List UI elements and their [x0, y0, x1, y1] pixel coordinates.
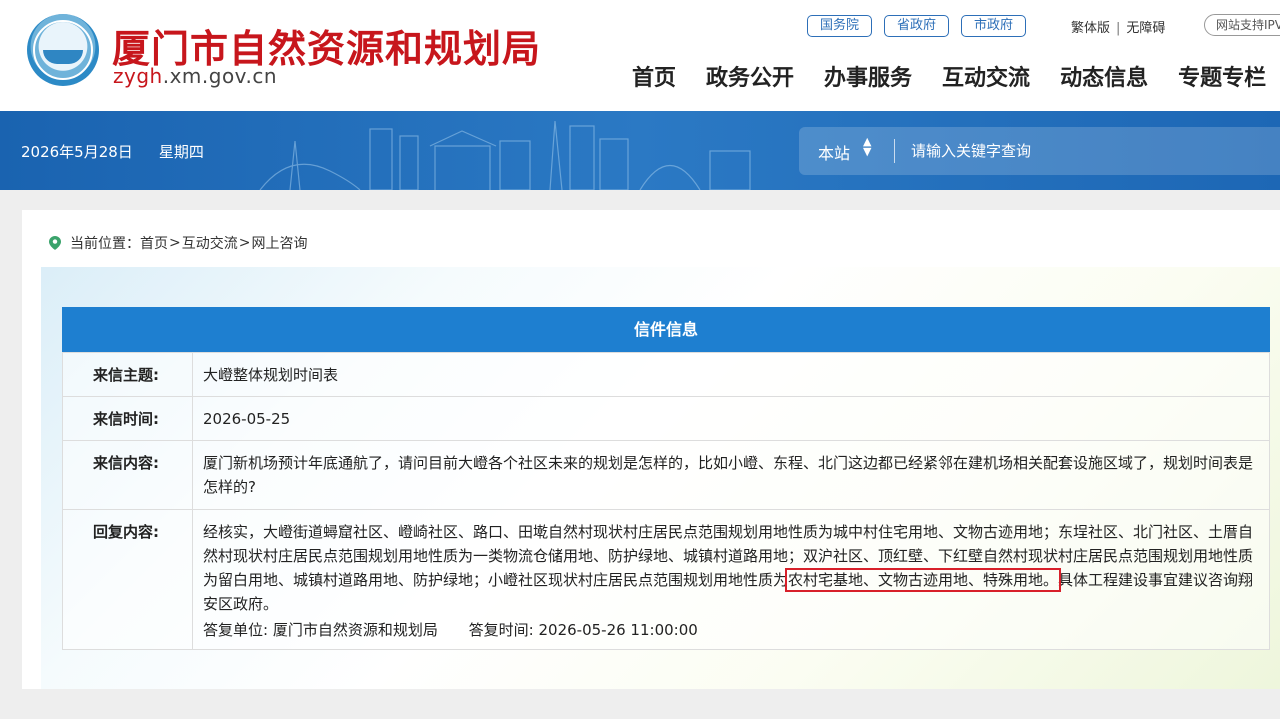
nav-interaction[interactable]: 互动交流 — [942, 60, 1030, 92]
search-divider — [894, 139, 895, 163]
reply-time-label: 答复时间: — [468, 621, 534, 639]
table-row: 回复内容: 经核实，大嶝街道蟳窟社区、嶝崎社区、路口、田墘自然村现状村庄居民点范… — [62, 509, 1270, 650]
ipv6-badge: 网站支持IPV6 — [1204, 14, 1280, 36]
city-emblem-icon[interactable] — [27, 14, 99, 86]
table-row: 来信主题: 大嶝整体规划时间表 — [62, 352, 1270, 397]
time-value: 2026-05-25 — [192, 396, 1270, 441]
breadcrumb-home[interactable]: 首页 — [140, 233, 168, 253]
main-nav: 首页 政务公开 办事服务 互动交流 动态信息 专题专栏 — [632, 60, 1266, 92]
gov-link-city[interactable]: 市政府 — [961, 15, 1027, 37]
reply-meta: 答复单位: 厦门市自然资源和规划局 答复时间: 2026-05-26 11:00… — [203, 618, 1259, 642]
site-header: 厦门市自然资源和规划局 zygh.xm.gov.cn 国务院 省政府 市政府 繁… — [0, 0, 1280, 111]
subject-value: 大嶝整体规划时间表 — [192, 352, 1270, 397]
current-date: 2026年5月28日 星期四 — [21, 143, 204, 161]
nav-gov-affairs[interactable]: 政务公开 — [706, 60, 794, 92]
site-url: zygh.xm.gov.cn — [113, 64, 277, 88]
search-input[interactable] — [911, 137, 1241, 165]
reply-unit: 厦门市自然资源和规划局 — [272, 621, 438, 639]
content-value: 厦门新机场预计年底通航了，请问目前大嶝各个社区未来的规划是怎样的，比如小嶝、东程… — [192, 440, 1270, 510]
location-pin-icon — [49, 236, 61, 250]
nav-topics[interactable]: 专题专栏 — [1178, 60, 1266, 92]
top-banner: 2026年5月28日 星期四 本站 ▲ ▼ — [0, 111, 1280, 190]
up-down-arrow-icon[interactable]: ▲ ▼ — [863, 136, 871, 157]
letter-info-table: 信件信息 来信主题: 大嶝整体规划时间表 来信时间: 2026-05-25 来信… — [62, 307, 1270, 650]
nav-news[interactable]: 动态信息 — [1060, 60, 1148, 92]
reply-label: 回复内容: — [62, 509, 193, 650]
time-label: 来信时间: — [62, 396, 193, 441]
content-card: 当前位置： 首页 > 互动交流 > 网上咨询 信件信息 来信主题: 大嶝整体规划… — [22, 210, 1280, 689]
breadcrumb-separator: > — [169, 235, 181, 251]
breadcrumb-consultation[interactable]: 网上咨询 — [251, 233, 307, 253]
reply-unit-label: 答复单位: — [203, 621, 269, 639]
accessibility-link[interactable]: 无障碍 — [1126, 21, 1165, 36]
search-scope-select[interactable]: 本站 — [818, 140, 850, 164]
table-row: 来信内容: 厦门新机场预计年底通航了，请问目前大嶝各个社区未来的规划是怎样的，比… — [62, 440, 1270, 510]
breadcrumb-separator: > — [238, 235, 251, 251]
nav-home[interactable]: 首页 — [632, 60, 676, 92]
reply-value: 经核实，大嶝街道蟳窟社区、嶝崎社区、路口、田墘自然村现状村庄居民点范围规划用地性… — [192, 509, 1270, 650]
gov-link-state-council[interactable]: 国务院 — [807, 15, 873, 37]
util-links: 繁体版 | 无障碍 — [1071, 21, 1166, 36]
traditional-chinese-link[interactable]: 繁体版 — [1071, 21, 1110, 36]
nav-services[interactable]: 办事服务 — [824, 60, 912, 92]
breadcrumb: 当前位置： 首页 > 互动交流 > 网上咨询 — [49, 233, 307, 253]
search-box: 本站 ▲ ▼ — [799, 127, 1280, 175]
breadcrumb-interaction[interactable]: 互动交流 — [182, 233, 238, 253]
table-row: 来信时间: 2026-05-25 — [62, 396, 1270, 441]
reply-time: 2026-05-26 11:00:00 — [538, 621, 698, 639]
letter-info-heading: 信件信息 — [62, 307, 1270, 352]
skyline-illustration — [259, 120, 751, 190]
gov-links: 国务院 省政府 市政府 — [807, 15, 1027, 37]
gov-link-province[interactable]: 省政府 — [884, 15, 950, 37]
reply-text-highlighted: 农村宅基地、文物古迹用地、特殊用地。 — [785, 568, 1062, 592]
content-label: 来信内容: — [62, 440, 193, 510]
subject-label: 来信主题: — [62, 352, 193, 397]
breadcrumb-prefix: 当前位置： — [70, 236, 140, 252]
